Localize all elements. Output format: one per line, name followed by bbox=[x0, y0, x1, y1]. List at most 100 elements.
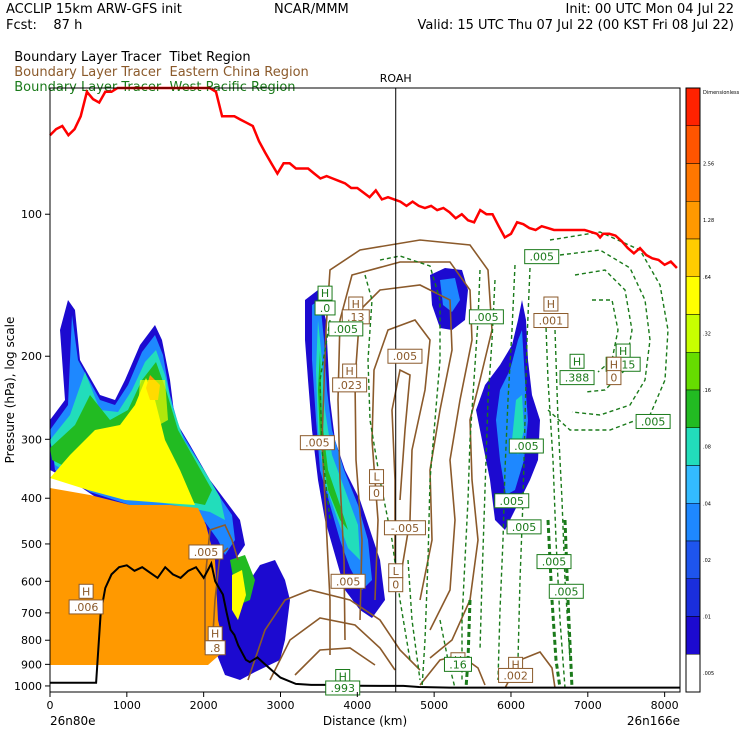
colorbar-segment bbox=[685, 503, 701, 542]
contour-label: .005 bbox=[494, 493, 530, 509]
contour-label-text: .388 bbox=[565, 372, 590, 385]
x-tick-label: 8000 bbox=[651, 699, 679, 712]
contour-label-text: H bbox=[547, 298, 555, 311]
colorbar-segment bbox=[685, 578, 701, 617]
colorbar-segment bbox=[685, 616, 701, 655]
endpoint-right: 26n166e bbox=[627, 714, 680, 728]
contour-label-text: L bbox=[373, 471, 380, 484]
contour-label: .001 bbox=[533, 313, 569, 329]
contour-label: .005 bbox=[506, 519, 542, 535]
tropopause-line bbox=[49, 86, 678, 269]
colorbar-label: .64 bbox=[703, 275, 711, 281]
contour-label-text: H bbox=[619, 345, 627, 358]
contour-label: 0 bbox=[606, 370, 622, 386]
contour-label-text: .023 bbox=[337, 379, 362, 392]
colorbar-segment bbox=[685, 352, 701, 391]
contour-label: .0 bbox=[314, 300, 336, 316]
colorbar-segment bbox=[685, 276, 701, 315]
contour-label: 0 bbox=[388, 577, 404, 593]
colorbar-label: .01 bbox=[703, 615, 711, 621]
contour-label: H bbox=[342, 363, 358, 379]
x-axis-label: Distance (km) bbox=[323, 714, 407, 728]
contour-label-text: .002 bbox=[503, 669, 528, 682]
contour-label-text: .005 bbox=[529, 251, 554, 264]
y-tick-label: 500 bbox=[21, 538, 42, 551]
contour-label: .005 bbox=[328, 321, 364, 337]
contour-label-text: H bbox=[321, 287, 329, 300]
tracer-shading bbox=[50, 268, 540, 680]
contour-label-text: .005 bbox=[336, 575, 361, 588]
y-tick-label: 200 bbox=[21, 350, 42, 363]
y-tick-label: 800 bbox=[21, 634, 42, 647]
y-tick-label: 600 bbox=[21, 575, 42, 588]
contour-label-text: .005 bbox=[514, 440, 539, 453]
contour-label: .8 bbox=[204, 640, 226, 656]
x-tick-label: 6000 bbox=[497, 699, 525, 712]
x-tick-label: 5000 bbox=[420, 699, 448, 712]
contour-label: .005 bbox=[635, 413, 671, 429]
contour-label: H bbox=[543, 296, 559, 312]
contour-label: .023 bbox=[332, 377, 368, 393]
colorbar-label: .16 bbox=[703, 388, 711, 394]
contour-label: .005 bbox=[524, 249, 560, 265]
colorbar-label: .08 bbox=[703, 445, 711, 451]
colorbar-label: .02 bbox=[703, 558, 711, 564]
contour-label: H bbox=[606, 356, 622, 372]
contour-label: .005 bbox=[536, 554, 572, 570]
colorbar-segment bbox=[685, 654, 701, 693]
colorbar-segment bbox=[685, 201, 701, 240]
contour-label: H bbox=[78, 583, 94, 599]
colorbar-segment bbox=[685, 427, 701, 466]
colorbar: Dimensionless 2.56 1.28 .64 .32 .16 .08 .04 .02.… bbox=[685, 87, 740, 693]
contour-label: -.005 bbox=[383, 520, 426, 536]
contour-label-text: .005 bbox=[499, 495, 524, 508]
colorbar-label: 1.28 bbox=[703, 218, 714, 224]
contour-label: H bbox=[317, 285, 333, 301]
colorbar-segment bbox=[685, 540, 701, 579]
x-tick-label: 2000 bbox=[190, 699, 218, 712]
contour-label-text: 0 bbox=[392, 579, 399, 592]
contour-label: .993 bbox=[325, 680, 361, 696]
contour-label-text: L bbox=[393, 565, 400, 578]
x-tick-label: 7000 bbox=[574, 699, 602, 712]
contour-label: .005 bbox=[548, 583, 584, 599]
colorbar-label: .04 bbox=[703, 501, 711, 507]
contour-label: .005 bbox=[299, 435, 335, 451]
colorbar-label: .32 bbox=[703, 331, 711, 337]
contour-label: H bbox=[615, 343, 631, 359]
colorbar-segment bbox=[685, 87, 701, 126]
contour-label-text: .005 bbox=[554, 585, 579, 598]
contour-label-text: H bbox=[211, 628, 219, 641]
x-tick-label: 1000 bbox=[113, 699, 141, 712]
y-tick-label: 300 bbox=[21, 433, 42, 446]
contour-label-text: .005 bbox=[334, 323, 359, 336]
contour-label-text: H bbox=[573, 355, 581, 368]
contour-label: .005 bbox=[330, 573, 366, 589]
colorbar-label: Dimensionless bbox=[703, 90, 740, 96]
colorbar-label: 2.56 bbox=[703, 162, 714, 168]
contour-label: H bbox=[207, 626, 223, 642]
contour-label-text: .005 bbox=[641, 415, 666, 428]
contour-label-text: .005 bbox=[542, 556, 567, 569]
contour-label: .005 bbox=[387, 348, 423, 364]
contour-label-text: .005 bbox=[393, 350, 418, 363]
contour-label: .16 bbox=[443, 656, 472, 672]
tibet-plume-orange bbox=[50, 488, 225, 665]
x-tick-label: 4000 bbox=[343, 699, 371, 712]
colorbar-label: .005 bbox=[703, 671, 714, 677]
contour-label-text: .005 bbox=[305, 437, 330, 450]
contour-label-text: .005 bbox=[474, 311, 499, 324]
contour-label-text: .8 bbox=[210, 642, 221, 655]
contour-label: .388 bbox=[559, 370, 595, 386]
contour-label: L bbox=[369, 469, 385, 485]
contour-label: .005 bbox=[468, 309, 504, 325]
colorbar-segment bbox=[685, 125, 701, 164]
y-tick-label: 900 bbox=[21, 658, 42, 671]
contour-label-text: .0 bbox=[320, 302, 331, 315]
y-tick-label: 400 bbox=[21, 492, 42, 505]
x-tick-label: 0 bbox=[47, 699, 54, 712]
contour-label: L bbox=[388, 563, 404, 579]
x-tick-label: 3000 bbox=[266, 699, 294, 712]
tropopause bbox=[49, 86, 678, 269]
contour-label-text: 0 bbox=[610, 372, 617, 385]
